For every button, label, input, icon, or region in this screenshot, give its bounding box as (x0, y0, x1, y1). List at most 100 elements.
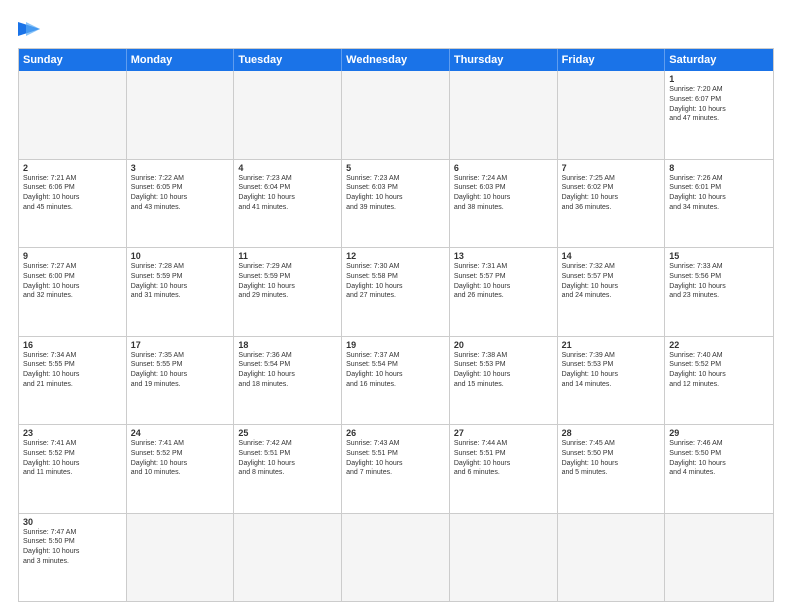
cal-cell: 25Sunrise: 7:42 AM Sunset: 5:51 PM Dayli… (234, 425, 342, 513)
day-number: 22 (669, 340, 769, 350)
cell-info: Sunrise: 7:28 AM Sunset: 5:59 PM Dayligh… (131, 262, 230, 301)
day-number: 5 (346, 163, 445, 173)
cal-cell: 3Sunrise: 7:22 AM Sunset: 6:05 PM Daylig… (127, 160, 235, 248)
cal-cell (558, 514, 666, 602)
cal-cell: 27Sunrise: 7:44 AM Sunset: 5:51 PM Dayli… (450, 425, 558, 513)
cal-cell (450, 514, 558, 602)
day-number: 16 (23, 340, 122, 350)
cell-info: Sunrise: 7:39 AM Sunset: 5:53 PM Dayligh… (562, 351, 661, 390)
cal-cell: 26Sunrise: 7:43 AM Sunset: 5:51 PM Dayli… (342, 425, 450, 513)
cell-info: Sunrise: 7:22 AM Sunset: 6:05 PM Dayligh… (131, 174, 230, 213)
header-day-friday: Friday (558, 49, 666, 71)
cell-info: Sunrise: 7:23 AM Sunset: 6:04 PM Dayligh… (238, 174, 337, 213)
cell-info: Sunrise: 7:33 AM Sunset: 5:56 PM Dayligh… (669, 262, 769, 301)
day-number: 18 (238, 340, 337, 350)
cal-cell: 13Sunrise: 7:31 AM Sunset: 5:57 PM Dayli… (450, 248, 558, 336)
cal-cell (127, 514, 235, 602)
day-number: 29 (669, 428, 769, 438)
day-number: 24 (131, 428, 230, 438)
calendar-page: SundayMondayTuesdayWednesdayThursdayFrid… (0, 0, 792, 612)
day-number: 27 (454, 428, 553, 438)
cal-cell: 22Sunrise: 7:40 AM Sunset: 5:52 PM Dayli… (665, 337, 773, 425)
cal-cell: 7Sunrise: 7:25 AM Sunset: 6:02 PM Daylig… (558, 160, 666, 248)
day-number: 13 (454, 251, 553, 261)
header-day-wednesday: Wednesday (342, 49, 450, 71)
cal-cell (234, 71, 342, 159)
day-number: 26 (346, 428, 445, 438)
day-number: 8 (669, 163, 769, 173)
week-row-3: 9Sunrise: 7:27 AM Sunset: 6:00 PM Daylig… (19, 248, 773, 337)
cal-cell: 9Sunrise: 7:27 AM Sunset: 6:00 PM Daylig… (19, 248, 127, 336)
day-number: 19 (346, 340, 445, 350)
cell-info: Sunrise: 7:44 AM Sunset: 5:51 PM Dayligh… (454, 439, 553, 478)
cal-cell: 24Sunrise: 7:41 AM Sunset: 5:52 PM Dayli… (127, 425, 235, 513)
day-number: 12 (346, 251, 445, 261)
week-row-4: 16Sunrise: 7:34 AM Sunset: 5:55 PM Dayli… (19, 337, 773, 426)
day-number: 10 (131, 251, 230, 261)
week-row-2: 2Sunrise: 7:21 AM Sunset: 6:06 PM Daylig… (19, 160, 773, 249)
cell-info: Sunrise: 7:34 AM Sunset: 5:55 PM Dayligh… (23, 351, 122, 390)
cal-cell: 2Sunrise: 7:21 AM Sunset: 6:06 PM Daylig… (19, 160, 127, 248)
day-number: 25 (238, 428, 337, 438)
cell-info: Sunrise: 7:24 AM Sunset: 6:03 PM Dayligh… (454, 174, 553, 213)
cell-info: Sunrise: 7:40 AM Sunset: 5:52 PM Dayligh… (669, 351, 769, 390)
cal-cell: 16Sunrise: 7:34 AM Sunset: 5:55 PM Dayli… (19, 337, 127, 425)
cal-cell: 6Sunrise: 7:24 AM Sunset: 6:03 PM Daylig… (450, 160, 558, 248)
cal-cell: 20Sunrise: 7:38 AM Sunset: 5:53 PM Dayli… (450, 337, 558, 425)
cal-cell: 17Sunrise: 7:35 AM Sunset: 5:55 PM Dayli… (127, 337, 235, 425)
cell-info: Sunrise: 7:47 AM Sunset: 5:50 PM Dayligh… (23, 528, 122, 567)
week-row-1: 1Sunrise: 7:20 AM Sunset: 6:07 PM Daylig… (19, 71, 773, 160)
day-number: 20 (454, 340, 553, 350)
cal-cell (665, 514, 773, 602)
day-number: 4 (238, 163, 337, 173)
day-number: 6 (454, 163, 553, 173)
day-number: 7 (562, 163, 661, 173)
cell-info: Sunrise: 7:25 AM Sunset: 6:02 PM Dayligh… (562, 174, 661, 213)
cell-info: Sunrise: 7:32 AM Sunset: 5:57 PM Dayligh… (562, 262, 661, 301)
cal-cell: 19Sunrise: 7:37 AM Sunset: 5:54 PM Dayli… (342, 337, 450, 425)
cell-info: Sunrise: 7:27 AM Sunset: 6:00 PM Dayligh… (23, 262, 122, 301)
header-day-thursday: Thursday (450, 49, 558, 71)
cal-cell (342, 71, 450, 159)
cal-cell: 28Sunrise: 7:45 AM Sunset: 5:50 PM Dayli… (558, 425, 666, 513)
logo (18, 18, 48, 38)
day-number: 14 (562, 251, 661, 261)
cell-info: Sunrise: 7:21 AM Sunset: 6:06 PM Dayligh… (23, 174, 122, 213)
header-day-sunday: Sunday (19, 49, 127, 71)
cell-info: Sunrise: 7:42 AM Sunset: 5:51 PM Dayligh… (238, 439, 337, 478)
cell-info: Sunrise: 7:29 AM Sunset: 5:59 PM Dayligh… (238, 262, 337, 301)
day-number: 23 (23, 428, 122, 438)
calendar-body: 1Sunrise: 7:20 AM Sunset: 6:07 PM Daylig… (19, 71, 773, 601)
day-number: 2 (23, 163, 122, 173)
day-number: 11 (238, 251, 337, 261)
cal-cell (19, 71, 127, 159)
cal-cell: 21Sunrise: 7:39 AM Sunset: 5:53 PM Dayli… (558, 337, 666, 425)
day-number: 17 (131, 340, 230, 350)
calendar: SundayMondayTuesdayWednesdayThursdayFrid… (18, 48, 774, 602)
cal-cell: 29Sunrise: 7:46 AM Sunset: 5:50 PM Dayli… (665, 425, 773, 513)
logo-icon (18, 20, 48, 38)
week-row-6: 30Sunrise: 7:47 AM Sunset: 5:50 PM Dayli… (19, 514, 773, 602)
cell-info: Sunrise: 7:20 AM Sunset: 6:07 PM Dayligh… (669, 85, 769, 124)
cal-cell: 8Sunrise: 7:26 AM Sunset: 6:01 PM Daylig… (665, 160, 773, 248)
cell-info: Sunrise: 7:41 AM Sunset: 5:52 PM Dayligh… (23, 439, 122, 478)
cal-cell: 12Sunrise: 7:30 AM Sunset: 5:58 PM Dayli… (342, 248, 450, 336)
cal-cell: 15Sunrise: 7:33 AM Sunset: 5:56 PM Dayli… (665, 248, 773, 336)
header-day-tuesday: Tuesday (234, 49, 342, 71)
cal-cell: 30Sunrise: 7:47 AM Sunset: 5:50 PM Dayli… (19, 514, 127, 602)
cell-info: Sunrise: 7:45 AM Sunset: 5:50 PM Dayligh… (562, 439, 661, 478)
day-number: 1 (669, 74, 769, 84)
cell-info: Sunrise: 7:31 AM Sunset: 5:57 PM Dayligh… (454, 262, 553, 301)
week-row-5: 23Sunrise: 7:41 AM Sunset: 5:52 PM Dayli… (19, 425, 773, 514)
cell-info: Sunrise: 7:38 AM Sunset: 5:53 PM Dayligh… (454, 351, 553, 390)
day-number: 3 (131, 163, 230, 173)
cal-cell (127, 71, 235, 159)
day-number: 30 (23, 517, 122, 527)
cal-cell (234, 514, 342, 602)
cell-info: Sunrise: 7:26 AM Sunset: 6:01 PM Dayligh… (669, 174, 769, 213)
header-day-saturday: Saturday (665, 49, 773, 71)
cell-info: Sunrise: 7:46 AM Sunset: 5:50 PM Dayligh… (669, 439, 769, 478)
cal-cell: 1Sunrise: 7:20 AM Sunset: 6:07 PM Daylig… (665, 71, 773, 159)
cell-info: Sunrise: 7:43 AM Sunset: 5:51 PM Dayligh… (346, 439, 445, 478)
day-number: 15 (669, 251, 769, 261)
